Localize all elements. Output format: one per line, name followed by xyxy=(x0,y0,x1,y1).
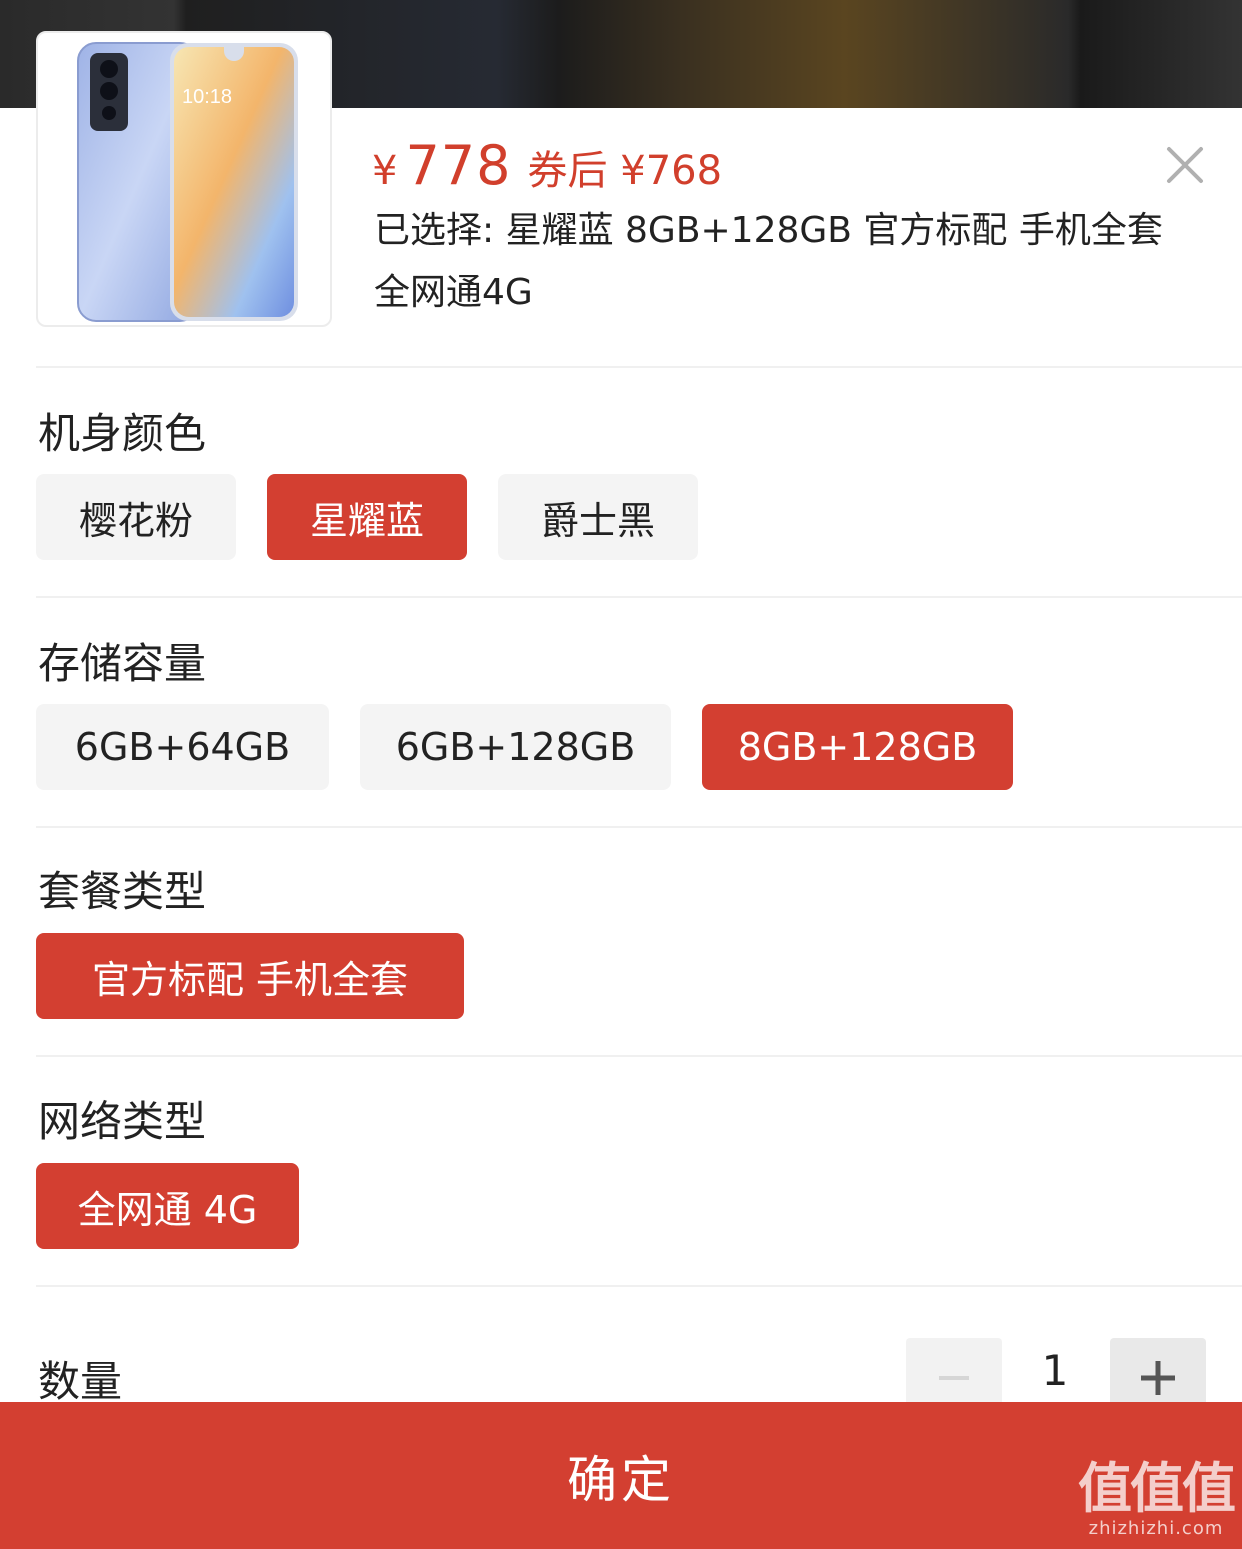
divider xyxy=(36,366,1242,368)
watermark-logo: 值值值 xyxy=(1078,1457,1236,1520)
divider xyxy=(36,1055,1242,1057)
option-color-blue[interactable]: 星耀蓝 xyxy=(267,474,467,560)
product-image: 10:18 xyxy=(36,31,332,327)
phone-illustration: 10:18 xyxy=(77,42,298,322)
section-title-package: 套餐类型 xyxy=(38,867,207,916)
option-color-black[interactable]: 爵士黑 xyxy=(498,474,698,560)
confirm-button[interactable]: 确定 xyxy=(0,1402,1242,1549)
close-icon[interactable] xyxy=(1163,143,1207,187)
screen-clock: 10:18 xyxy=(182,86,232,108)
option-network-4g[interactable]: 全网通 4G xyxy=(36,1163,299,1249)
option-color-pink[interactable]: 樱花粉 xyxy=(36,474,236,560)
coupon-price: 券后 ¥768 xyxy=(527,148,723,194)
option-storage-8-128[interactable]: 8GB+128GB xyxy=(702,704,1013,790)
option-storage-6-128[interactable]: 6GB+128GB xyxy=(360,704,671,790)
currency-symbol: ¥ xyxy=(372,148,398,194)
section-title-network: 网络类型 xyxy=(38,1097,207,1146)
section-title-storage: 存储容量 xyxy=(38,639,207,688)
watermark-url: zhizhizhi.com xyxy=(1088,1518,1224,1539)
confirm-label: 确定 xyxy=(567,1450,675,1509)
price-row: ¥ 778 券后 ¥768 xyxy=(372,134,722,198)
option-storage-6-64[interactable]: 6GB+64GB xyxy=(36,704,329,790)
watermark: 值值值 zhizhizhi.com xyxy=(1078,1457,1236,1540)
divider xyxy=(36,1285,1242,1287)
selected-summary: 已选择: 星耀蓝 8GB+128GB 官方标配 手机全套 全网通4G xyxy=(374,210,1163,313)
option-package-standard[interactable]: 官方标配 手机全套 xyxy=(36,933,464,1019)
price-value: 778 xyxy=(405,134,512,197)
divider xyxy=(36,826,1242,828)
quantity-value[interactable]: 1 xyxy=(1005,1346,1105,1395)
section-title-color: 机身颜色 xyxy=(38,409,207,458)
divider xyxy=(36,596,1242,598)
quantity-label: 数量 xyxy=(38,1357,123,1406)
